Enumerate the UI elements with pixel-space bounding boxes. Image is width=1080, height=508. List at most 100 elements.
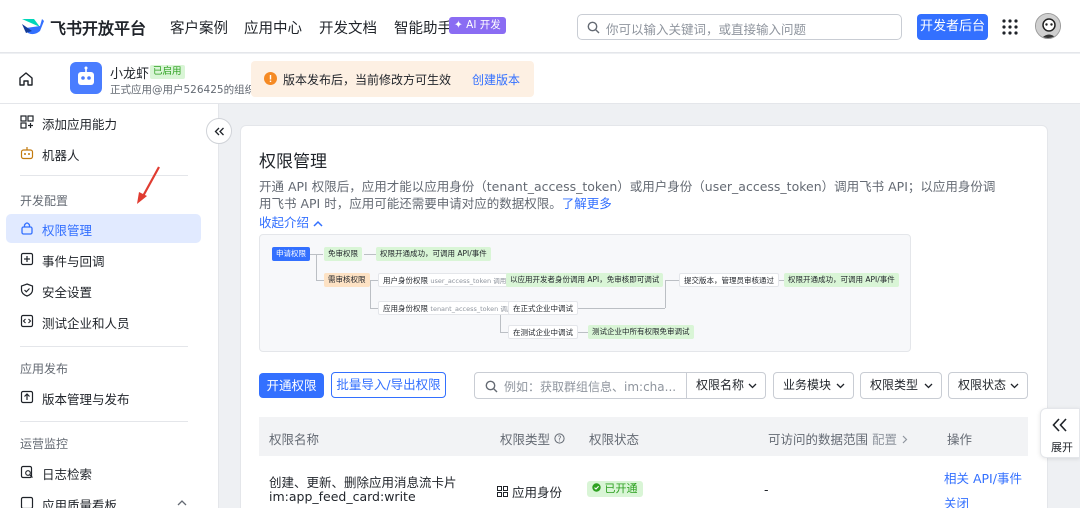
version-notice-banner: 版本发布后，当前修改方可生效 创建版本 xyxy=(251,61,534,97)
annotation-arrow-icon xyxy=(137,166,160,204)
app-organization: 正式应用@用户526425的组织 xyxy=(110,84,256,96)
search-placeholder: 例如：获取群组信息、im:cha... xyxy=(504,380,677,394)
description-text: 用飞书 API 时，应用可能还需要申请对应的数据权限。 xyxy=(259,196,562,211)
nav-app-center[interactable]: 应用中心 xyxy=(244,17,302,38)
user-avatar[interactable] xyxy=(1035,13,1061,39)
filter-label: 权限名称 xyxy=(696,378,745,392)
flow-step-formal-debug: 在正式企业中调试 xyxy=(508,301,578,315)
flow-step-user-token: 用户身份权限 user_access_token 调用 xyxy=(378,273,512,287)
feishu-logo-icon[interactable] xyxy=(20,15,44,37)
learn-more-link[interactable]: 了解更多 xyxy=(562,196,612,211)
chevron-up-icon xyxy=(177,500,187,506)
sidebar-item-security[interactable]: 安全设置 xyxy=(6,276,201,305)
flow-step-dev-call: 以应用开发者身份调用 API，免审核即可调试 xyxy=(506,273,664,287)
app-robot-avatar xyxy=(70,62,102,94)
svg-text:?: ? xyxy=(558,434,562,443)
sidebar-item-label: 安全设置 xyxy=(42,285,93,300)
flow-step-test-debug: 在测试企业中调试 xyxy=(508,325,578,339)
close-permission-link[interactable]: 关闭 xyxy=(944,493,969,508)
sidebar-item-add-capability[interactable]: 添加应用能力 xyxy=(6,108,201,137)
bulk-import-export-button[interactable]: 批量导入/导出权限 xyxy=(331,372,446,398)
filter-permission-type[interactable]: 权限类型 xyxy=(860,372,942,399)
sidebar-item-version-release[interactable]: 版本管理与发布 xyxy=(6,383,201,412)
brand-name[interactable]: 飞书开放平台 xyxy=(50,15,146,39)
sidebar-item-label: 权限管理 xyxy=(42,223,93,238)
sidebar-item-test-enterprise[interactable]: 测试企业和人员 xyxy=(6,307,201,336)
expand-panel-button[interactable]: 展开 xyxy=(1040,408,1080,458)
filter-label: 业务模块 xyxy=(783,378,832,392)
column-header-name: 权限名称 xyxy=(269,432,320,447)
sidebar-item-label: 测试企业和人员 xyxy=(42,316,130,331)
search-icon xyxy=(587,21,600,34)
create-version-link[interactable]: 创建版本 xyxy=(472,71,520,88)
search-icon xyxy=(485,380,498,393)
apps-grid-icon[interactable] xyxy=(1002,19,1018,35)
flow-user-token-note: user_access_token 调用 xyxy=(430,277,507,285)
flow-step-submit: 提交版本，管理员审核通过 xyxy=(679,273,779,287)
status-badge: 已开通 xyxy=(587,481,643,497)
sidebar-item-events[interactable]: 事件与回调 xyxy=(6,245,201,274)
nav-ai-assistant[interactable]: 智能助手 xyxy=(394,17,452,38)
permission-code: im:app_feed_card:write xyxy=(269,489,416,504)
global-search-input[interactable]: 你可以输入关键词，或直接输入问题 xyxy=(577,14,902,40)
robot-icon xyxy=(20,147,34,160)
event-icon xyxy=(20,252,34,266)
sidebar-item-label: 日志检索 xyxy=(42,467,93,482)
collapse-intro-toggle[interactable]: 收起介绍 xyxy=(259,212,323,231)
column-header-scope: 可访问的数据范围 配置 xyxy=(768,429,908,448)
permission-search-input[interactable]: 例如：获取群组信息、im:cha... xyxy=(474,372,687,399)
permission-type: 应用身份 xyxy=(511,485,562,500)
home-icon[interactable] xyxy=(18,71,34,87)
sidebar-divider xyxy=(20,346,188,347)
dashboard-icon xyxy=(20,496,34,508)
column-header-type-label: 权限类型 xyxy=(500,432,551,447)
sidebar-item-log-search[interactable]: 日志检索 xyxy=(6,458,201,487)
sidebar-item-label: 添加应用能力 xyxy=(42,117,118,132)
chevron-up-icon xyxy=(313,220,323,227)
double-chevron-left-icon xyxy=(214,127,224,136)
log-search-icon xyxy=(20,465,33,479)
flow-line xyxy=(364,254,376,255)
sidebar-item-permissions[interactable]: 权限管理 xyxy=(6,214,201,243)
flow-line xyxy=(316,280,324,281)
sidebar-item-label: 机器人 xyxy=(42,148,80,163)
enable-permission-button[interactable]: 开通权限 xyxy=(259,373,324,398)
column-header-type: 权限类型 ? xyxy=(500,429,565,448)
flow-step-exempt: 免审权限 xyxy=(324,247,362,261)
sidebar-divider xyxy=(20,421,188,422)
filter-permission-name[interactable]: 权限名称 xyxy=(686,372,766,399)
nav-customer-cases[interactable]: 客户案例 xyxy=(170,17,228,38)
flow-line xyxy=(500,332,508,333)
collapse-intro-label: 收起介绍 xyxy=(259,215,310,230)
column-header-status: 权限状态 xyxy=(589,432,640,447)
permission-scope: - xyxy=(764,482,769,497)
nav-dev-docs[interactable]: 开发文档 xyxy=(319,17,377,38)
related-api-link[interactable]: 相关 API/事件 xyxy=(944,468,1022,487)
lock-icon xyxy=(21,222,33,235)
scope-config-link[interactable]: 配置 xyxy=(872,432,897,447)
sidebar-item-quality-dashboard[interactable]: 应用质量看板 xyxy=(6,489,201,508)
flow-step-app-token: 应用身份权限 tenant_access_token 调用 xyxy=(378,301,519,315)
flow-step-final-result: 权限开通成功，可调用 API/事件 xyxy=(784,273,899,287)
app-name: 小龙虾 xyxy=(110,67,150,82)
sidebar-group-dev-config: 开发配置 xyxy=(20,194,69,208)
sidebar-item-robot[interactable]: 机器人 xyxy=(6,139,201,168)
collapse-sidebar-button[interactable] xyxy=(206,118,232,144)
help-icon[interactable]: ? xyxy=(554,433,565,444)
filter-permission-status[interactable]: 权限状态 xyxy=(948,372,1028,399)
developer-console-button[interactable]: 开发者后台 xyxy=(917,14,988,40)
app-header-bar: 小龙虾 已启用 正式应用@用户526425的组织 版本发布后，当前修改方可生效 … xyxy=(0,54,1080,104)
filter-label: 权限状态 xyxy=(958,378,1007,392)
upload-icon xyxy=(20,390,34,404)
page-description-line2: 用飞书 API 时，应用可能还需要申请对应的数据权限。了解更多 xyxy=(259,193,612,212)
flow-line xyxy=(316,254,317,280)
expand-label: 展开 xyxy=(1051,441,1073,454)
sidebar-item-label: 版本管理与发布 xyxy=(42,392,130,407)
filter-business-module[interactable]: 业务模块 xyxy=(773,372,854,399)
flow-line xyxy=(370,280,371,308)
sidebar-item-label: 事件与回调 xyxy=(42,254,105,269)
app-identity-icon xyxy=(497,486,508,497)
grid-add-icon xyxy=(20,115,34,129)
ai-dev-badge[interactable]: ✦ AI 开发 xyxy=(449,17,506,34)
robot-icon xyxy=(78,66,94,85)
